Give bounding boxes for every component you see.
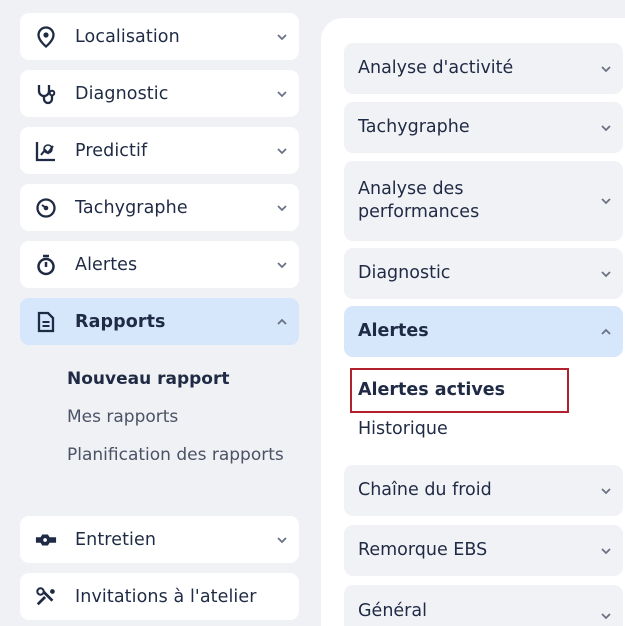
chevron-down-icon [277, 90, 287, 97]
panel-item-chaine-du-froid[interactable]: Chaîne du froid [344, 465, 623, 516]
panel-item-label: Remorque EBS [358, 540, 488, 560]
sidebar-item-label: Alertes [75, 254, 138, 275]
chevron-up-icon [601, 328, 611, 335]
chevron-down-icon [601, 613, 611, 620]
chevron-down-icon [277, 33, 287, 40]
chevron-down-icon [601, 198, 611, 205]
sidebar-item-predictif[interactable]: Predictif [20, 127, 299, 174]
panel-item-label: Général [358, 601, 427, 621]
sidebar: Localisation Diagnostic Predictif Tachyg… [0, 0, 310, 626]
sidebar-item-label: Invitations à l'atelier [75, 586, 257, 607]
submenu-item-historique[interactable]: Historique [358, 419, 448, 439]
submenu-item-alertes-actives[interactable]: Alertes actives [358, 380, 505, 400]
chevron-down-icon [277, 536, 287, 543]
sidebar-item-label: Predictif [75, 140, 148, 161]
chevron-down-icon [277, 204, 287, 211]
sidebar-item-label: Localisation [75, 26, 180, 47]
chevron-down-icon [601, 65, 611, 72]
predictive-chart-icon [35, 140, 57, 162]
sidebar-item-rapports[interactable]: Rapports [20, 298, 299, 345]
panel-item-diagnostic[interactable]: Diagnostic [344, 248, 623, 299]
panel-item-label: Alertes [358, 321, 429, 341]
document-icon [35, 311, 57, 333]
sidebar-item-label: Entretien [75, 529, 157, 550]
stethoscope-icon [35, 83, 57, 105]
chevron-up-icon [277, 318, 287, 325]
sidebar-item-invitations[interactable]: Invitations à l'atelier [20, 573, 299, 620]
chevron-down-icon [601, 547, 611, 554]
sidebar-item-diagnostic[interactable]: Diagnostic [20, 70, 299, 117]
panel-item-remorque-ebs[interactable]: Remorque EBS [344, 525, 623, 576]
workshop-tools-icon [35, 586, 57, 608]
chevron-down-icon [601, 124, 611, 131]
submenu-item-mes-rapports[interactable]: Mes rapports [67, 406, 287, 429]
panel-item-label: Diagnostic [358, 263, 451, 283]
rapports-submenu: Nouveau rapport Mes rapports Planificati… [67, 368, 287, 467]
panel-item-tachygraphe[interactable]: Tachygraphe [344, 102, 623, 153]
chevron-down-icon [601, 487, 611, 494]
panel-item-analyse-activite[interactable]: Analyse d'activité [344, 43, 623, 94]
panel-item-label: Tachygraphe [358, 117, 470, 137]
sidebar-item-localisation[interactable]: Localisation [20, 13, 299, 60]
tachograph-icon [35, 197, 57, 219]
sidebar-item-label: Tachygraphe [75, 197, 188, 218]
chevron-down-icon [277, 261, 287, 268]
location-pin-icon [35, 25, 57, 48]
panel-item-label: Analyse des performances [358, 179, 480, 222]
sidebar-item-entretien[interactable]: Entretien [20, 516, 299, 563]
sidebar-item-tachygraphe[interactable]: Tachygraphe [20, 184, 299, 231]
panel-item-general[interactable]: Général [344, 585, 623, 626]
submenu-item-nouveau-rapport[interactable]: Nouveau rapport [67, 368, 287, 391]
panel-item-label: Analyse d'activité [358, 58, 514, 78]
panel-item-alertes[interactable]: Alertes [344, 306, 623, 357]
sidebar-item-label: Diagnostic [75, 83, 169, 104]
submenu-item-planification[interactable]: Planification des rapports [67, 444, 287, 467]
sidebar-item-label: Rapports [75, 311, 166, 332]
panel-item-label: Chaîne du froid [358, 480, 492, 500]
stopwatch-icon [35, 254, 57, 276]
sidebar-item-alertes[interactable]: Alertes [20, 241, 299, 288]
chevron-down-icon [601, 270, 611, 277]
chevron-down-icon [277, 147, 287, 154]
wrench-icon [35, 529, 57, 551]
panel-item-analyse-performances[interactable]: Analyse des performances [344, 161, 623, 241]
